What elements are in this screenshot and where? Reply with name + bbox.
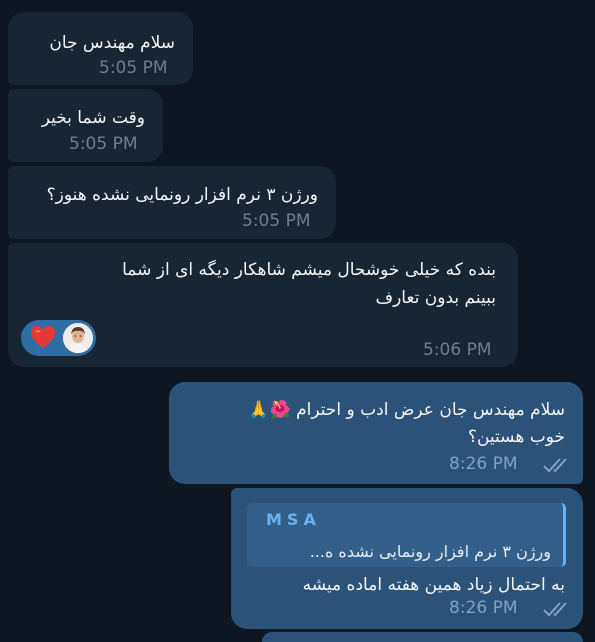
message-time: 5:05 PM — [99, 58, 168, 78]
message-time: 5:06 PM — [423, 340, 492, 360]
message-text: ورژن ۳ نرم افزار رونمایی نشده هنوز؟ — [46, 185, 318, 205]
message-time: 5:05 PM — [69, 134, 138, 154]
message-text: به احتمال زیاد همین هفته اماده میشه — [302, 575, 565, 595]
double-check-icon — [543, 458, 567, 473]
message-text: وقت شما بخیر — [41, 108, 145, 128]
outgoing-message-partial — [262, 632, 583, 642]
outgoing-message[interactable]: سلام مهندس جان عرض ادب و احترام 🌺🙏 خوب ه… — [169, 382, 583, 484]
avatar — [63, 323, 93, 353]
message-text: سلام مهندس جان — [49, 33, 175, 53]
incoming-message[interactable]: وقت شما بخیر 5:05 PM — [8, 89, 163, 162]
reply-quote[interactable]: MSA ورژن ۳ نرم افزار رونمایی نشده ه... — [247, 503, 566, 567]
reply-preview-text: ورژن ۳ نرم افزار رونمایی نشده ه... — [309, 542, 551, 561]
message-time: 8:26 PM — [449, 598, 518, 618]
message-text-line-1: سلام مهندس جان عرض ادب و احترام 🌺🙏 — [248, 400, 565, 420]
message-text-line-2: خوب هستین؟ — [467, 427, 565, 447]
incoming-message[interactable]: سلام مهندس جان 5:05 PM — [8, 12, 193, 85]
message-time: 8:26 PM — [449, 454, 518, 474]
reaction-badge[interactable] — [21, 320, 96, 356]
message-time: 5:05 PM — [242, 211, 311, 231]
outgoing-message[interactable]: MSA ورژن ۳ نرم افزار رونمایی نشده ه... ب… — [231, 488, 583, 629]
message-text-line-1: بنده که خیلی خوشحال میشم شاهکار دیگه ای … — [122, 260, 496, 280]
message-text-line-2: ببینم بدون تعارف — [375, 288, 496, 308]
reply-sender-name: MSA — [266, 510, 321, 529]
incoming-message[interactable]: بنده که خیلی خوشحال میشم شاهکار دیگه ای … — [8, 243, 518, 367]
heart-icon — [30, 326, 56, 350]
incoming-message[interactable]: ورژن ۳ نرم افزار رونمایی نشده هنوز؟ 5:05… — [8, 166, 336, 239]
double-check-icon — [543, 602, 567, 617]
